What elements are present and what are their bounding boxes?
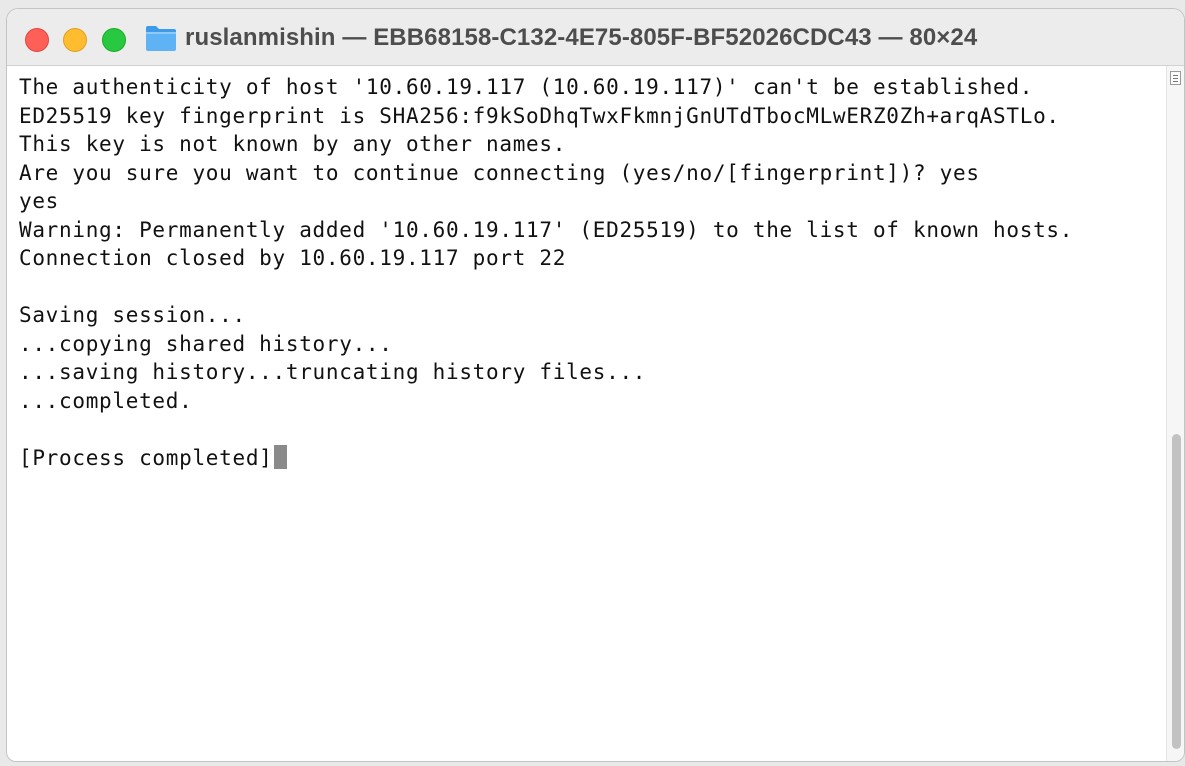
terminal-line: ...saving history...truncating history f… [19,360,647,384]
terminal-line: ED25519 key fingerprint is SHA256:f9kSoD… [19,103,1060,128]
marks-icon[interactable] [1170,71,1181,85]
terminal-line: yes [19,189,60,213]
terminal-line: Connection closed by 10.60.19.117 port 2… [19,246,567,270]
process-completed-text: [Process completed] [19,445,273,470]
terminal-line: ...copying shared history... [19,331,393,356]
scrollbar-thumb[interactable] [1172,434,1181,749]
terminal-prompt-line: [Process completed] [19,444,1159,473]
window-title-text: ruslanmishin — EBB68158-C132-4E75-805F-B… [185,24,978,51]
window-title: ruslanmishin — EBB68158-C132-4E75-805F-B… [145,23,977,53]
title-bar[interactable]: ruslanmishin — EBB68158-C132-4E75-805F-B… [7,9,1184,66]
terminal-output[interactable]: The authenticity of host '10.60.19.117 (… [19,73,1159,753]
terminal-line: ...completed. [19,388,193,413]
terminal-line: Are you sure you want to continue connec… [19,160,980,185]
close-window-button[interactable] [25,28,49,52]
terminal-line: The authenticity of host '10.60.19.117 (… [19,75,1034,99]
terminal-line: Saving session... [19,303,246,327]
terminal-window: ruslanmishin — EBB68158-C132-4E75-805F-B… [6,8,1185,762]
minimize-window-button[interactable] [63,28,87,52]
folder-icon [146,26,176,51]
text-cursor [273,444,287,469]
zoom-window-button[interactable] [102,28,126,52]
terminal-line: This key is not known by any other names… [19,132,567,156]
terminal-line: Warning: Permanently added '10.60.19.117… [19,217,1074,242]
